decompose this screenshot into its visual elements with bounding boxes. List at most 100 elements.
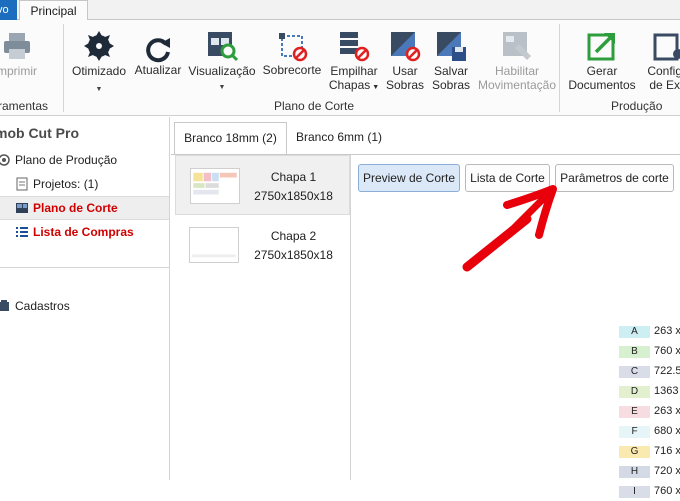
group-separator bbox=[63, 24, 64, 112]
empilhar-label-1: Empilhar bbox=[330, 64, 378, 78]
list-icon bbox=[16, 227, 28, 237]
tree-item-label: Plano de Produção bbox=[15, 153, 118, 167]
saw-blade-icon bbox=[84, 31, 114, 61]
habilitar-movimentacao-button[interactable]: Habilitar Movimentação bbox=[475, 24, 559, 112]
export-document-icon bbox=[587, 33, 615, 61]
preview-de-corte-button[interactable]: Preview de Corte bbox=[358, 164, 460, 192]
tab-branco-6mm[interactable]: Branco 6mm (1) bbox=[289, 122, 389, 155]
legend-swatch: G bbox=[619, 446, 650, 458]
gerar-label-2: Documentos bbox=[568, 78, 636, 92]
ribbon: mprimir ramentas Otimizado ▼ Atualizar V… bbox=[0, 20, 680, 116]
sobrecorte-label: Sobrecorte bbox=[262, 63, 322, 77]
sheet-1-thumbnail bbox=[190, 168, 240, 204]
usar-sobras-label-2: Sobras bbox=[385, 78, 425, 92]
sheet-2-name: Chapa 2 bbox=[270, 229, 317, 243]
print-button-label: mprimir bbox=[0, 64, 37, 78]
registry-icon bbox=[0, 300, 9, 311]
otimizado-chevron-down-icon: ▼ bbox=[95, 86, 103, 93]
atualizar-label: Atualizar bbox=[134, 63, 182, 77]
legend-row: D 1363 bbox=[619, 383, 680, 401]
legend-value: 263 x bbox=[654, 405, 680, 417]
document-icon bbox=[16, 177, 28, 191]
legend-swatch: D bbox=[619, 386, 650, 398]
legend-value: 722.5 bbox=[654, 365, 680, 377]
production-icon bbox=[0, 154, 10, 166]
sheet-2-dimensions: 2750x1850x18 bbox=[254, 248, 333, 262]
visualizacao-label: Visualização bbox=[188, 64, 256, 78]
legend-value: 760 x bbox=[654, 485, 680, 497]
legend-value: 263 x bbox=[654, 325, 680, 337]
visualization-icon bbox=[208, 32, 238, 62]
cutting-plan-icon bbox=[16, 203, 28, 213]
legend-swatch: C bbox=[619, 366, 650, 378]
legend-row: H 720 x bbox=[619, 463, 680, 481]
tree-item-plano-de-corte[interactable]: Plano de Corte bbox=[15, 197, 118, 219]
visualizacao-chevron-down-icon: ▼ bbox=[218, 84, 226, 91]
save-leftovers-icon bbox=[437, 32, 466, 61]
tab-principal[interactable]: Principal bbox=[19, 0, 88, 21]
empilhar-chevron-down-icon: ▼ bbox=[370, 84, 380, 91]
main-panel: Branco 18mm (2) Branco 6mm (1) Chapa 1 2… bbox=[171, 117, 680, 498]
tree-item-projetos[interactable]: Projetos: (1) bbox=[15, 173, 98, 195]
tab-branco-18mm[interactable]: Branco 18mm (2) bbox=[174, 122, 287, 155]
salvar-sobras-label-2: Sobras bbox=[431, 78, 471, 92]
legend-value: 1363 bbox=[654, 385, 679, 397]
legend-row: E 263 x bbox=[619, 403, 680, 421]
file-tab[interactable]: vo bbox=[0, 0, 17, 20]
legend-row: C 722.5 bbox=[619, 363, 680, 381]
empilhar-label-2: Chapas bbox=[328, 78, 371, 92]
export-settings-icon bbox=[653, 33, 680, 61]
otimizado-button[interactable]: Otimizado ▼ bbox=[68, 24, 130, 112]
tree-item-label: Projetos: (1) bbox=[33, 177, 99, 191]
tree-item-label: Cadastros bbox=[15, 299, 70, 313]
visualizacao-button[interactable]: Visualização ▼ bbox=[186, 24, 258, 112]
refresh-icon bbox=[146, 38, 170, 63]
legend-swatch: H bbox=[619, 466, 650, 478]
group-label-ferramentas: ramentas bbox=[0, 99, 49, 113]
otimizado-label: Otimizado bbox=[71, 64, 127, 78]
group-separator bbox=[559, 24, 560, 112]
sheet-item-1[interactable]: Chapa 1 2750x1850x18 bbox=[175, 155, 350, 215]
tree-item-label: Lista de Compras bbox=[33, 225, 134, 239]
tree-item-cadastros[interactable]: Cadastros bbox=[0, 295, 70, 317]
app-title: mob Cut Pro bbox=[0, 125, 79, 141]
legend-swatch: E bbox=[619, 406, 650, 418]
sheet-1-dimensions: 2750x1850x18 bbox=[254, 189, 333, 203]
tree-divider bbox=[0, 267, 169, 268]
tree-item-lista-de-compras[interactable]: Lista de Compras bbox=[15, 221, 134, 243]
legend-row: B 760 x bbox=[619, 343, 680, 361]
tree-item-plano-de-producao[interactable]: Plano de Produção bbox=[0, 149, 117, 171]
sheet-list: Chapa 1 2750x1850x18 Chapa 2 2750x1850x1… bbox=[174, 155, 351, 480]
sheet-1-name: Chapa 1 bbox=[270, 170, 317, 184]
legend-row: I 760 x bbox=[619, 483, 680, 501]
group-label-plano-de-corte: Plano de Corte bbox=[274, 99, 355, 113]
group-label-producao: Produção bbox=[611, 99, 663, 113]
legend-swatch: F bbox=[619, 426, 650, 438]
ribbon-tab-bar: vo Principal bbox=[0, 0, 680, 21]
atualizar-button[interactable]: Atualizar bbox=[131, 24, 185, 112]
lista-de-corte-button[interactable]: Lista de Corte bbox=[465, 164, 550, 192]
gerar-label-1: Gerar bbox=[586, 64, 618, 78]
salvar-sobras-label-1: Salvar bbox=[433, 64, 468, 78]
sheet-2-thumbnail bbox=[189, 227, 239, 263]
habilitar-label-1: Habilitar bbox=[494, 64, 539, 78]
habilitar-label-2: Movimentação bbox=[477, 78, 557, 92]
salvar-sobras-button[interactable]: Salvar Sobras bbox=[428, 24, 474, 112]
navigation-tree: mob Cut Pro Plano de Produção Projetos: … bbox=[0, 117, 170, 480]
move-pieces-icon bbox=[503, 32, 531, 60]
sobrecorte-icon bbox=[279, 33, 308, 62]
legend-swatch: I bbox=[619, 486, 650, 498]
config-label-1: Configu bbox=[647, 64, 680, 78]
legend-row: G 716 x bbox=[619, 443, 680, 461]
legend-value: 716 x bbox=[654, 445, 680, 457]
use-leftovers-icon bbox=[391, 32, 421, 62]
tree-item-label: Plano de Corte bbox=[33, 201, 118, 215]
empilhar-label-2-row: Chapas ▼ bbox=[326, 79, 382, 94]
config-label-2: de Exp bbox=[649, 78, 680, 92]
legend-swatch: A bbox=[619, 326, 650, 338]
legend-value: 760 x bbox=[654, 345, 680, 357]
sheet-item-2[interactable]: Chapa 2 2750x1850x18 bbox=[175, 215, 350, 275]
usar-sobras-button[interactable]: Usar Sobras bbox=[383, 24, 427, 112]
parametros-de-corte-button[interactable]: Parâmetros de corte bbox=[555, 164, 674, 192]
usar-sobras-label-1: Usar bbox=[392, 64, 418, 78]
